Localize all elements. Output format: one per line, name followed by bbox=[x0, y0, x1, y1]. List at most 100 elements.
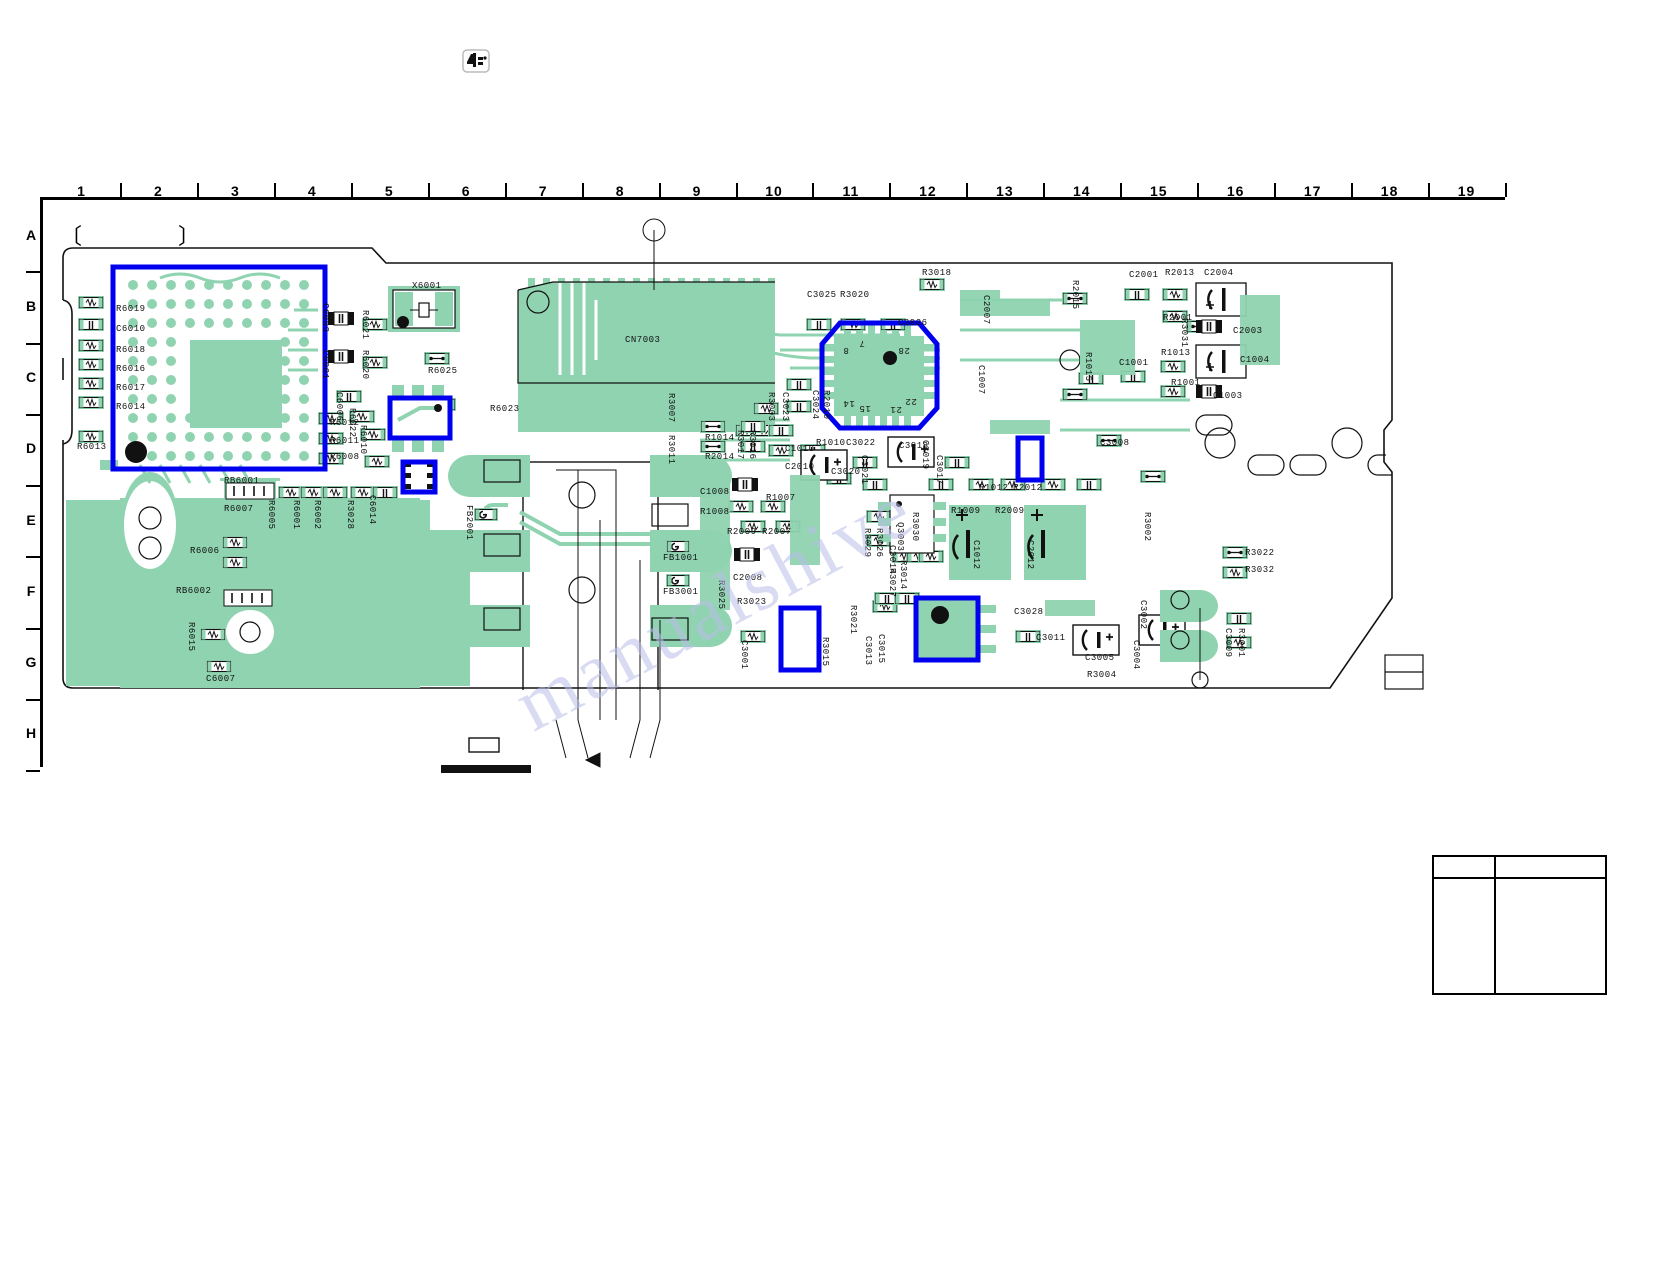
legend-table-header-divider bbox=[1434, 877, 1605, 879]
designator-r1007: R1007 bbox=[766, 493, 796, 503]
designator-r2009: R2009 bbox=[727, 527, 757, 537]
designator-c3021: C3021 bbox=[859, 455, 869, 485]
designator-r3001: R3001 bbox=[1236, 628, 1246, 658]
designator-c2008: C2008 bbox=[733, 573, 763, 583]
grid-row-tick-F bbox=[26, 627, 40, 630]
designator-c3004: C3004 bbox=[1131, 640, 1141, 670]
grid-row-label-D: D bbox=[25, 440, 37, 457]
designator-fb2001: FB2001 bbox=[464, 505, 474, 541]
grid-row-tick-H bbox=[26, 770, 40, 772]
designator-r1015: R1015 bbox=[1083, 352, 1093, 382]
designator-r2014: R2014 bbox=[705, 452, 735, 462]
designator-r1012: R1012 bbox=[979, 483, 1009, 493]
designator-r3004: R3004 bbox=[1087, 670, 1117, 680]
designator-r3017: R3017 bbox=[735, 430, 745, 460]
designator-rb6001: RB6001 bbox=[224, 476, 260, 486]
designator-r1010: R1010 bbox=[816, 438, 846, 448]
grid-axis-vertical bbox=[40, 197, 43, 767]
designator-r3002: R3002 bbox=[1142, 512, 1152, 542]
designator-c1003: C1003 bbox=[1213, 391, 1243, 401]
designator-c1008: C1008 bbox=[700, 487, 730, 497]
grid-column-label-7: 7 bbox=[538, 183, 548, 199]
designator-r3029: R3029 bbox=[862, 528, 872, 558]
designator-c3013: C3013 bbox=[863, 636, 873, 666]
grid-column-label-14: 14 bbox=[1072, 183, 1091, 199]
designator-c1004: C1004 bbox=[1240, 355, 1270, 365]
qfp-ic-3001-highlight bbox=[819, 320, 940, 431]
designator-c3020: C3020 bbox=[831, 467, 861, 477]
grid-row-tick-E bbox=[26, 556, 40, 559]
designator-r6002: R6002 bbox=[312, 500, 322, 530]
designator-r6012: R6012 bbox=[330, 418, 360, 428]
designator-r6007: R6007 bbox=[224, 504, 254, 514]
grid-column-tick-13 bbox=[1043, 183, 1046, 197]
designator-c6001: C6001 bbox=[320, 350, 330, 380]
grid-column-tick-14 bbox=[1120, 183, 1123, 197]
designator-r6018: R6018 bbox=[116, 345, 146, 355]
designator-r2009b: R2009 bbox=[995, 506, 1025, 516]
grid-row-label-G: G bbox=[25, 654, 37, 671]
designator-c3009: C3009 bbox=[1223, 628, 1233, 658]
component-highlight-left-2 bbox=[400, 459, 438, 495]
designator-r3032: R3032 bbox=[1245, 565, 1275, 575]
designator-r2015: R2015 bbox=[1070, 280, 1080, 310]
grid-row-tick-A bbox=[26, 271, 40, 274]
grid-column-tick-3 bbox=[273, 183, 276, 197]
designator-c2012: C2012 bbox=[1025, 540, 1035, 570]
designator-r3028: R3028 bbox=[345, 500, 355, 530]
component-highlight-bottom-1 bbox=[778, 605, 822, 673]
grid-column-label-15: 15 bbox=[1149, 183, 1168, 199]
grid-column-label-6: 6 bbox=[461, 183, 471, 199]
bracket-close: 〕 bbox=[178, 225, 201, 250]
designator-fb1001: FB1001 bbox=[663, 553, 699, 563]
designator-r6015: R6015 bbox=[186, 622, 196, 652]
designator-r6025: R6025 bbox=[428, 366, 458, 376]
designator-c3023: C3023 bbox=[780, 392, 790, 422]
designator-c6014: C6014 bbox=[367, 495, 377, 525]
designator-r6021: R6021 bbox=[360, 310, 370, 340]
grid-row-label-H: H bbox=[25, 725, 37, 742]
component-highlight-bottom-2 bbox=[913, 595, 981, 663]
grid-row-label-E: E bbox=[26, 511, 36, 528]
grid-row-tick-B bbox=[26, 342, 40, 345]
grid-column-tick-1 bbox=[119, 183, 122, 197]
designator-r1001: R1001 bbox=[1171, 378, 1201, 388]
designator-c3024: C3024 bbox=[810, 390, 820, 420]
grid-column-tick-11 bbox=[889, 183, 892, 197]
grid-column-tick-9 bbox=[735, 183, 738, 197]
designator-c3026: C3026 bbox=[898, 318, 928, 328]
designator-c1010: C1010 bbox=[785, 444, 815, 454]
designator-q3003: Q3003 bbox=[895, 522, 905, 552]
component-highlight-left-1 bbox=[387, 395, 453, 441]
designator-c3011: C3011 bbox=[1036, 633, 1066, 643]
designator-c1001: C1001 bbox=[1119, 358, 1149, 368]
grid-column-tick-19 bbox=[1505, 183, 1507, 197]
designator-r1008: R1008 bbox=[700, 507, 730, 517]
grid-column-tick-4 bbox=[350, 183, 353, 197]
legend-table bbox=[1432, 855, 1607, 995]
designator-c2010: C2010 bbox=[785, 462, 815, 472]
designator-r3016: R3016 bbox=[747, 430, 757, 460]
designator-r3021: R3021 bbox=[848, 605, 858, 635]
designator-c3002: C3002 bbox=[1138, 600, 1148, 630]
designator-r2010: R2010 bbox=[821, 390, 831, 420]
grid-column-label-18: 18 bbox=[1380, 183, 1399, 199]
qfp-pin-28: 28 bbox=[898, 345, 910, 355]
designator-c3005: C3005 bbox=[1085, 653, 1115, 663]
designator-r3026: R3026 bbox=[874, 528, 884, 558]
designator-c2003: C2003 bbox=[1233, 326, 1263, 336]
designator-r6016: R6016 bbox=[116, 364, 146, 374]
qfp-pin-8: 8 bbox=[843, 345, 849, 355]
grid-column-label-11: 11 bbox=[842, 183, 860, 199]
grid-column-label-2: 2 bbox=[154, 183, 163, 199]
grid-column-tick-17 bbox=[1351, 183, 1354, 197]
grid-column-label-12: 12 bbox=[919, 183, 937, 199]
grid-column-tick-6 bbox=[504, 183, 507, 197]
designator-r3018: R3018 bbox=[922, 268, 952, 278]
grid-row-label-B: B bbox=[25, 297, 37, 314]
designator-r3031: R3031 bbox=[1179, 318, 1189, 348]
designator-r6019: R6019 bbox=[116, 304, 146, 314]
designator-c3001: C3001 bbox=[739, 640, 749, 670]
designator-c3015: C3015 bbox=[876, 634, 886, 664]
designator-x6001: X6001 bbox=[412, 281, 442, 291]
